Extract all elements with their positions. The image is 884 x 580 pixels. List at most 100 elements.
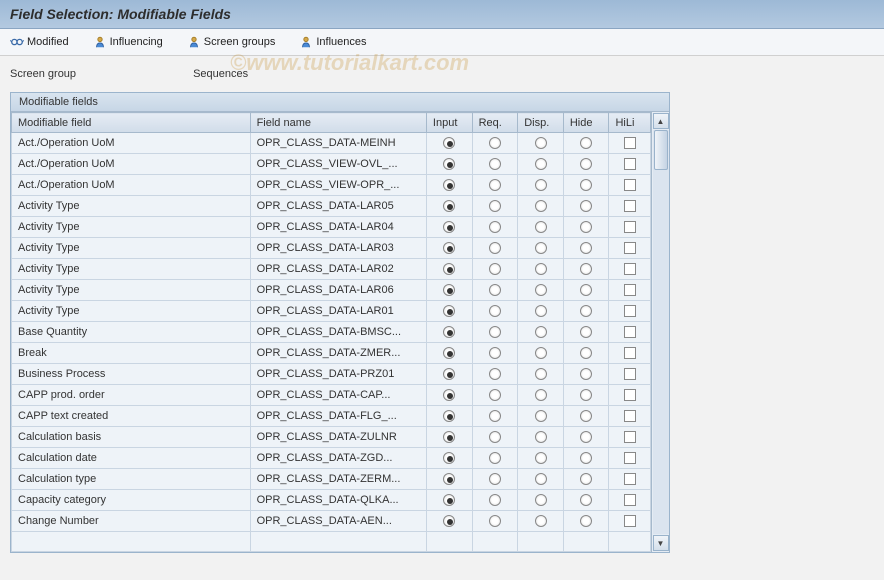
checkbox[interactable] <box>624 494 636 506</box>
cell-modifiable-field[interactable]: Activity Type <box>12 217 251 238</box>
radio-button[interactable] <box>443 452 455 464</box>
cell-field-name[interactable]: OPR_CLASS_DATA-LAR04 <box>250 217 426 238</box>
radio-button[interactable] <box>580 137 592 149</box>
cell-field-name[interactable]: OPR_CLASS_DATA-ZULNR <box>250 427 426 448</box>
radio-button[interactable] <box>580 473 592 485</box>
radio-button[interactable] <box>580 431 592 443</box>
checkbox[interactable] <box>624 410 636 422</box>
radio-button[interactable] <box>580 410 592 422</box>
radio-button[interactable] <box>535 347 547 359</box>
cell-modifiable-field[interactable]: Calculation type <box>12 469 251 490</box>
radio-button[interactable] <box>535 221 547 233</box>
radio-button[interactable] <box>489 431 501 443</box>
cell-modifiable-field[interactable]: CAPP text created <box>12 406 251 427</box>
radio-button[interactable] <box>443 494 455 506</box>
checkbox[interactable] <box>624 179 636 191</box>
radio-button[interactable] <box>489 221 501 233</box>
radio-button[interactable] <box>443 242 455 254</box>
checkbox[interactable] <box>624 200 636 212</box>
radio-button[interactable] <box>580 242 592 254</box>
radio-button[interactable] <box>443 200 455 212</box>
cell-field-name[interactable]: OPR_CLASS_VIEW-OPR_... <box>250 175 426 196</box>
cell-modifiable-field[interactable]: Act./Operation UoM <box>12 133 251 154</box>
cell-field-name[interactable]: OPR_CLASS_VIEW-OVL_... <box>250 154 426 175</box>
cell-field-name[interactable]: OPR_CLASS_DATA-BMSC... <box>250 322 426 343</box>
radio-button[interactable] <box>489 326 501 338</box>
radio-button[interactable] <box>535 389 547 401</box>
cell-modifiable-field[interactable]: Capacity category <box>12 490 251 511</box>
radio-button[interactable] <box>443 263 455 275</box>
radio-button[interactable] <box>580 368 592 380</box>
cell-modifiable-field[interactable]: Activity Type <box>12 238 251 259</box>
cell-field-name[interactable]: OPR_CLASS_DATA-MEINH <box>250 133 426 154</box>
col-header-field-name[interactable]: Field name <box>250 113 426 133</box>
radio-button[interactable] <box>489 263 501 275</box>
cell-modifiable-field[interactable]: Break <box>12 343 251 364</box>
modified-button[interactable]: Modified <box>6 33 73 51</box>
radio-button[interactable] <box>535 431 547 443</box>
radio-button[interactable] <box>489 473 501 485</box>
scroll-track[interactable] <box>653 130 669 534</box>
radio-button[interactable] <box>580 200 592 212</box>
cell-field-name[interactable]: OPR_CLASS_DATA-ZGD... <box>250 448 426 469</box>
col-header-modifiable-field[interactable]: Modifiable field <box>12 113 251 133</box>
radio-button[interactable] <box>489 410 501 422</box>
radio-button[interactable] <box>489 494 501 506</box>
radio-button[interactable] <box>443 221 455 233</box>
radio-button[interactable] <box>443 158 455 170</box>
radio-button[interactable] <box>489 389 501 401</box>
radio-button[interactable] <box>580 305 592 317</box>
radio-button[interactable] <box>443 410 455 422</box>
radio-button[interactable] <box>535 368 547 380</box>
radio-button[interactable] <box>443 347 455 359</box>
checkbox[interactable] <box>624 284 636 296</box>
radio-button[interactable] <box>443 431 455 443</box>
radio-button[interactable] <box>580 347 592 359</box>
radio-button[interactable] <box>535 284 547 296</box>
radio-button[interactable] <box>535 515 547 527</box>
influences-button[interactable]: Influences <box>295 33 370 51</box>
checkbox[interactable] <box>624 137 636 149</box>
radio-button[interactable] <box>443 326 455 338</box>
radio-button[interactable] <box>535 452 547 464</box>
cell-modifiable-field[interactable]: Act./Operation UoM <box>12 154 251 175</box>
radio-button[interactable] <box>443 515 455 527</box>
radio-button[interactable] <box>580 263 592 275</box>
radio-button[interactable] <box>443 305 455 317</box>
radio-button[interactable] <box>489 242 501 254</box>
cell-field-name[interactable]: OPR_CLASS_DATA-LAR05 <box>250 196 426 217</box>
screen-groups-button[interactable]: Screen groups <box>183 33 280 51</box>
radio-button[interactable] <box>443 473 455 485</box>
radio-button[interactable] <box>535 137 547 149</box>
radio-button[interactable] <box>580 179 592 191</box>
radio-button[interactable] <box>443 284 455 296</box>
cell-modifiable-field[interactable]: Calculation basis <box>12 427 251 448</box>
checkbox[interactable] <box>624 389 636 401</box>
radio-button[interactable] <box>535 410 547 422</box>
col-header-input[interactable]: Input <box>426 113 472 133</box>
col-header-hili[interactable]: HiLi <box>609 113 651 133</box>
cell-modifiable-field[interactable]: Business Process <box>12 364 251 385</box>
cell-field-name[interactable]: OPR_CLASS_DATA-LAR06 <box>250 280 426 301</box>
cell-field-name[interactable]: OPR_CLASS_DATA-AEN... <box>250 511 426 532</box>
checkbox[interactable] <box>624 158 636 170</box>
radio-button[interactable] <box>535 200 547 212</box>
cell-field-name[interactable]: OPR_CLASS_DATA-QLKA... <box>250 490 426 511</box>
radio-button[interactable] <box>535 326 547 338</box>
checkbox[interactable] <box>624 221 636 233</box>
checkbox[interactable] <box>624 473 636 485</box>
radio-button[interactable] <box>580 221 592 233</box>
checkbox[interactable] <box>624 263 636 275</box>
radio-button[interactable] <box>489 368 501 380</box>
radio-button[interactable] <box>580 284 592 296</box>
cell-modifiable-field[interactable]: Base Quantity <box>12 322 251 343</box>
radio-button[interactable] <box>443 368 455 380</box>
radio-button[interactable] <box>580 515 592 527</box>
checkbox[interactable] <box>624 305 636 317</box>
radio-button[interactable] <box>580 326 592 338</box>
radio-button[interactable] <box>580 389 592 401</box>
cell-field-name[interactable]: OPR_CLASS_DATA-ZMER... <box>250 343 426 364</box>
col-header-req[interactable]: Req. <box>472 113 518 133</box>
checkbox[interactable] <box>624 326 636 338</box>
radio-button[interactable] <box>580 158 592 170</box>
